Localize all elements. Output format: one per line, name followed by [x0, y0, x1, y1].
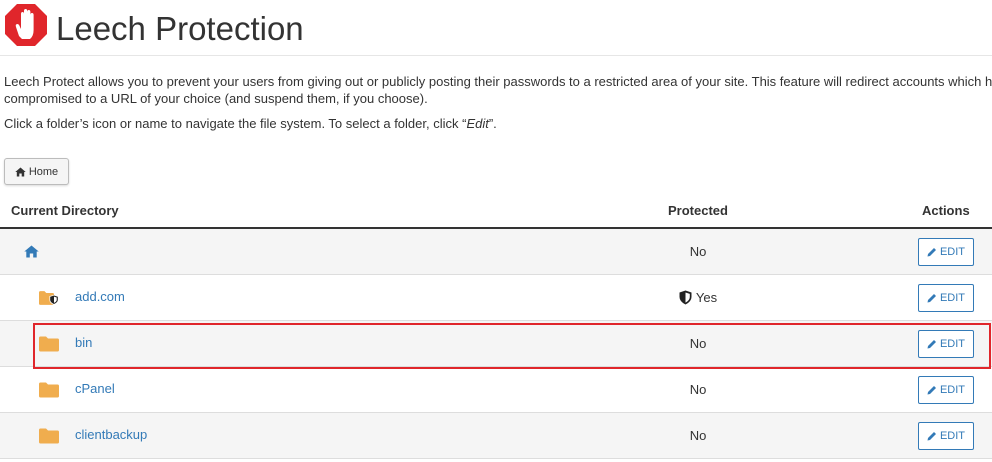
protected-value: No — [689, 382, 707, 397]
home-button-label: Home — [28, 165, 59, 178]
hint-edit-emphasis: Edit — [466, 116, 489, 131]
shield-icon — [679, 290, 692, 305]
edit-label: EDIT — [939, 338, 966, 350]
pencil-icon — [927, 432, 936, 441]
pencil-icon — [927, 340, 936, 349]
edit-button[interactable]: EDIT — [918, 330, 974, 358]
table-row-home: No EDIT — [0, 229, 992, 275]
folder-link-cpanel[interactable]: cPanel — [75, 381, 115, 396]
page-header: Leech Protection — [0, 0, 992, 56]
navigation-hint: Click a folder’s icon or name to navigat… — [4, 115, 497, 132]
folder-link-add-com[interactable]: add.com — [75, 289, 125, 304]
pencil-icon — [927, 386, 936, 395]
folder-icon[interactable] — [39, 382, 59, 398]
home-icon — [15, 167, 26, 176]
directory-table: Current Directory Protected Actions No E… — [0, 193, 992, 459]
edit-label: EDIT — [939, 430, 966, 442]
description-line-1: Leech Protect allows you to prevent your… — [4, 74, 992, 89]
protected-value: No — [689, 244, 707, 259]
protected-status: No — [620, 382, 776, 397]
column-header-protected: Protected — [668, 203, 728, 218]
protected-folder-icon[interactable] — [39, 290, 59, 306]
hint-text-end: ”. — [488, 116, 497, 131]
protected-status: Yes — [620, 290, 776, 305]
edit-label: EDIT — [939, 246, 966, 258]
folder-icon[interactable] — [39, 336, 59, 352]
table-header: Current Directory Protected Actions — [0, 193, 992, 229]
table-row-clientbackup: clientbackup No EDIT — [0, 413, 992, 459]
edit-label: EDIT — [939, 292, 966, 304]
page-description: Leech Protect allows you to prevent your… — [4, 73, 992, 107]
table-row-cpanel: cPanel No EDIT — [0, 367, 992, 413]
edit-button[interactable]: EDIT — [918, 376, 974, 404]
folder-icon[interactable] — [39, 428, 59, 444]
pencil-icon — [927, 294, 936, 303]
folder-link-clientbackup[interactable]: clientbackup — [75, 427, 147, 442]
edit-label: EDIT — [939, 384, 966, 396]
home-icon[interactable] — [24, 245, 39, 258]
stop-hand-icon — [5, 4, 47, 46]
pencil-icon — [927, 248, 936, 257]
column-header-directory: Current Directory — [11, 203, 119, 218]
folder-link-bin[interactable]: bin — [75, 335, 92, 350]
column-header-actions: Actions — [922, 203, 970, 218]
protected-value: No — [689, 428, 707, 443]
table-row-bin: bin No EDIT — [0, 321, 992, 367]
hint-text: Click a folder’s icon or name to navigat… — [4, 116, 467, 131]
protected-value: No — [689, 336, 707, 351]
protected-status: No — [620, 336, 776, 351]
protected-status: No — [620, 428, 776, 443]
edit-button[interactable]: EDIT — [918, 284, 974, 312]
edit-button[interactable]: EDIT — [918, 238, 974, 266]
protected-value: Yes — [695, 290, 718, 305]
table-row-add-com: add.com Yes EDIT — [0, 275, 992, 321]
home-breadcrumb-button[interactable]: Home — [4, 158, 69, 185]
page-title: Leech Protection — [56, 10, 304, 47]
description-line-2: compromised to a URL of your choice (and… — [4, 91, 428, 106]
protected-status: No — [620, 244, 776, 259]
edit-button[interactable]: EDIT — [918, 422, 974, 450]
